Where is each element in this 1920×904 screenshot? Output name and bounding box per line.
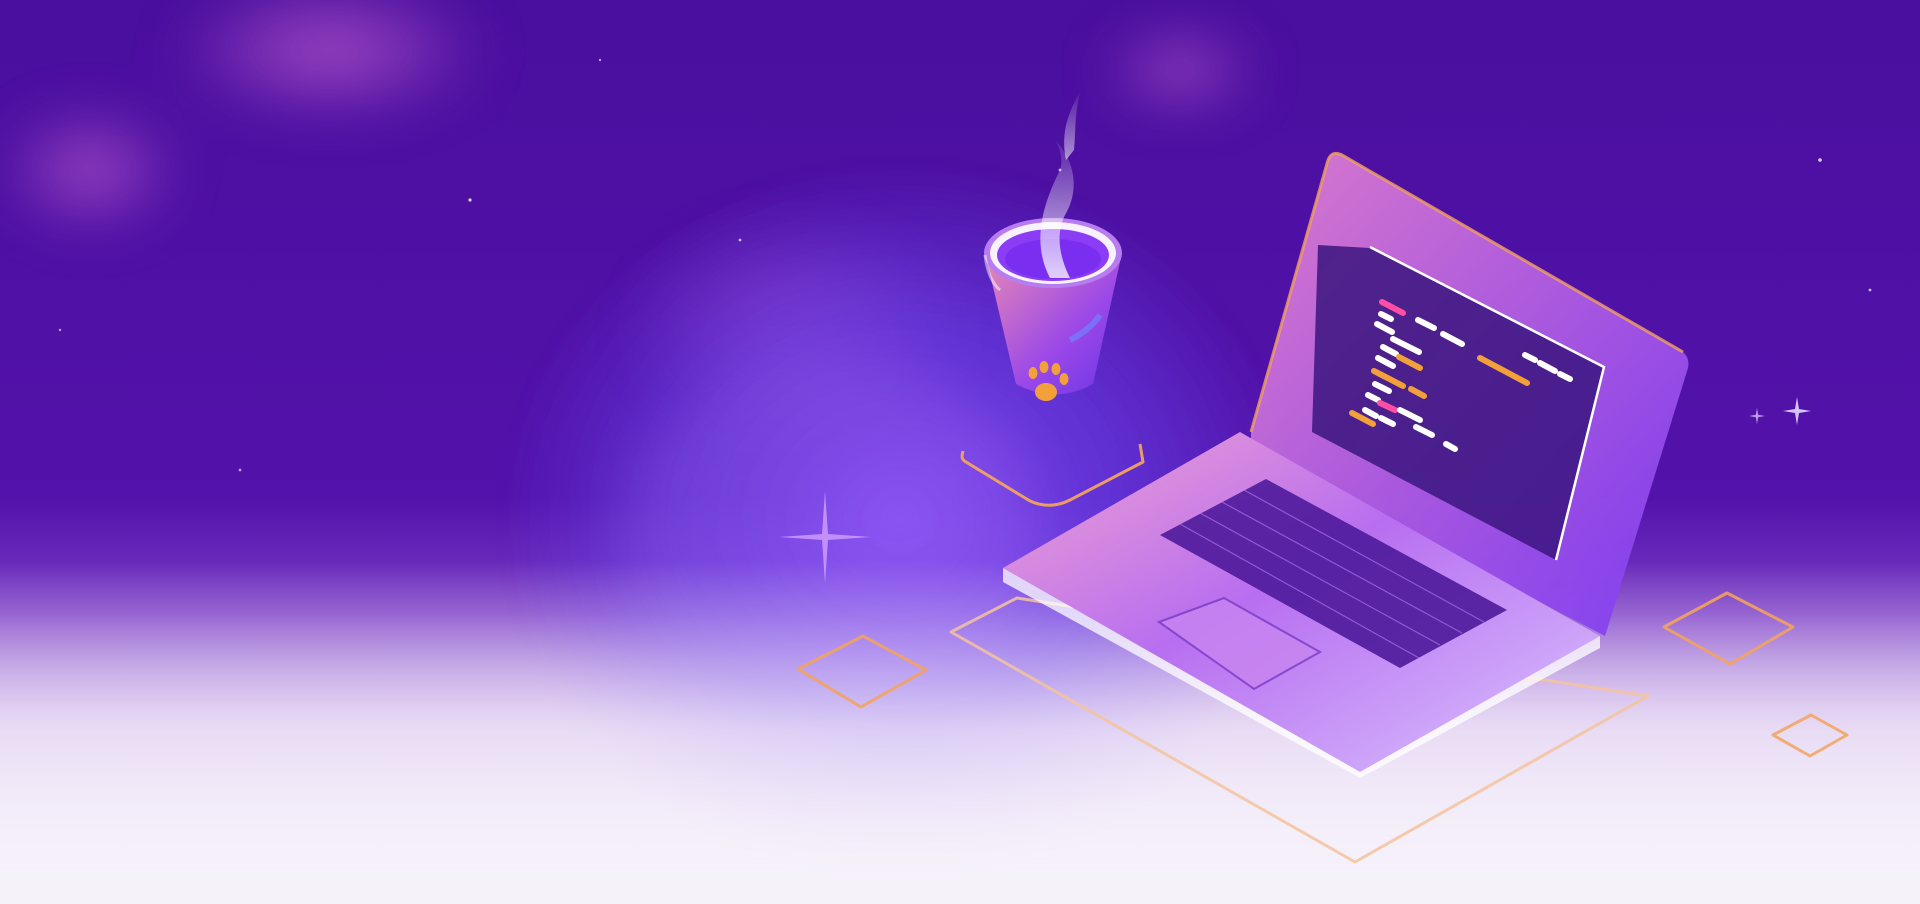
star-icon — [738, 238, 742, 242]
star-icon — [58, 328, 62, 332]
star-icon — [468, 198, 472, 202]
star-icon — [598, 58, 602, 62]
hero-banner — [0, 0, 1920, 904]
star-icon — [1868, 288, 1872, 292]
star-icon — [1818, 158, 1822, 162]
fade-overlay — [0, 560, 1920, 904]
hero-illustration — [0, 0, 1920, 904]
star-icon — [238, 468, 242, 472]
